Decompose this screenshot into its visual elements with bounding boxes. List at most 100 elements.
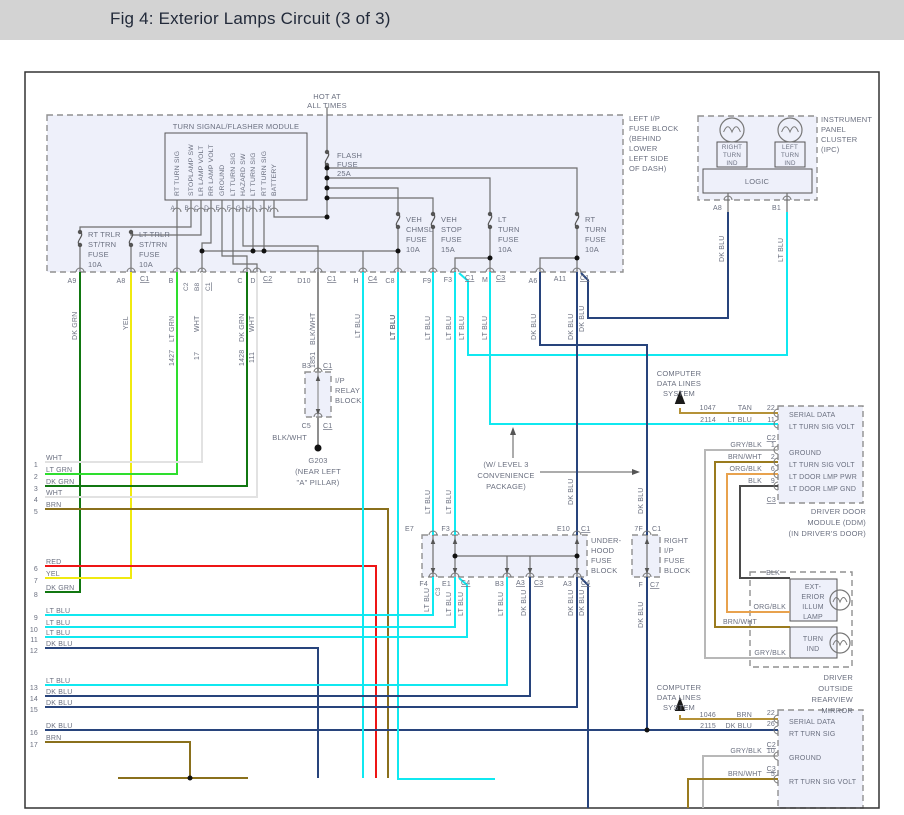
label: FUSE BLOCK — [629, 124, 679, 133]
label: HOOD — [591, 546, 615, 555]
label: BRN/WHT — [728, 454, 763, 461]
wire-e1b-ltblu — [45, 577, 468, 638]
label: LT TURN SIG — [250, 152, 257, 196]
label: LEFT I/P — [629, 114, 660, 123]
label: LT GRN — [46, 467, 72, 474]
label: 111 — [249, 352, 256, 363]
label: BLK/WHT — [272, 433, 307, 442]
label: 5 — [771, 771, 775, 778]
label: DK BLU — [579, 306, 586, 333]
figure-title: Fig 4: Exterior Lamps Circuit (3 of 3) — [110, 9, 391, 28]
label: GRY/BLK — [754, 650, 786, 657]
wire-e1-ltblu — [45, 577, 456, 628]
label: 17 — [194, 352, 201, 360]
label: 1427 — [169, 350, 176, 366]
label: TURN — [585, 225, 607, 234]
junction-dot — [199, 248, 205, 254]
label: A — [170, 205, 175, 212]
label: SYSTEM — [663, 703, 695, 712]
wire-row12-dkblu — [45, 647, 319, 778]
label: A8 — [713, 205, 722, 212]
label: A9 — [68, 278, 77, 285]
label: DK GRN — [239, 314, 246, 342]
wire-gryblk-pass — [702, 755, 778, 808]
label: STOPLAMP SW — [188, 144, 195, 196]
label: FUSE — [498, 235, 519, 244]
label: RT TURN SIG — [789, 731, 836, 738]
label: I/P — [335, 376, 345, 385]
label: DK BLU — [568, 479, 575, 506]
label: DK GRN — [46, 585, 74, 592]
label: 7 — [34, 578, 38, 585]
label: 1047 — [700, 405, 716, 412]
label: FUSE — [585, 235, 606, 244]
label: GROUND — [789, 755, 821, 762]
label: FUSE — [139, 250, 160, 259]
label: 10A — [88, 260, 102, 269]
label: CONVENIENCE — [477, 471, 534, 480]
label: LT BLU — [425, 490, 432, 514]
junction-dot — [250, 248, 256, 254]
label: DK BLU — [719, 236, 726, 263]
label: C1 — [140, 276, 149, 283]
label: 3 — [34, 486, 38, 493]
label: GROUND — [789, 450, 821, 457]
label: 1 — [34, 462, 38, 469]
label: LT TRLR — [139, 230, 170, 239]
label: BLOCK — [335, 396, 361, 405]
label: C — [194, 205, 199, 212]
label: 10A — [498, 245, 512, 254]
label: GROUND — [219, 165, 226, 196]
wire-c-dkgrn — [45, 272, 248, 487]
junction-dot — [261, 248, 267, 254]
label: "A" PILLAR) — [297, 478, 340, 487]
label: BLK — [766, 570, 780, 577]
label: BLK/WHT — [310, 312, 317, 345]
label: 10 — [767, 748, 775, 755]
wire-m-2114-ltblu — [489, 272, 778, 425]
label: C7 — [650, 582, 659, 589]
label: 10A — [406, 245, 420, 254]
label: E7 — [405, 526, 414, 533]
label: 14 — [30, 696, 38, 703]
label: D10 — [297, 278, 310, 285]
label: LT BLU — [728, 417, 752, 424]
label: WHT — [46, 455, 63, 462]
label: DK BLU — [531, 314, 538, 341]
label: DK BLU — [46, 641, 73, 648]
wire-row6-red — [45, 565, 377, 778]
label: HOT AT — [313, 92, 341, 101]
label: OF DASH) — [629, 164, 667, 173]
label: 2114 — [700, 417, 716, 424]
label: 5 — [34, 509, 38, 516]
label: RT TRLR — [88, 230, 121, 239]
label: C1 — [323, 363, 332, 370]
label: LT BLU — [390, 314, 397, 340]
label: MIRROR — [821, 706, 853, 715]
label: DK GRN — [72, 312, 79, 340]
label: K — [267, 205, 272, 212]
label: OUTSIDE — [818, 684, 853, 693]
label: LT GRN — [169, 316, 176, 342]
label: BLOCK — [591, 566, 617, 575]
figure-title-bar: Fig 4: Exterior Lamps Circuit (3 of 3) — [0, 0, 904, 40]
label: DATA LINES — [657, 379, 701, 388]
label: B8 — [194, 282, 201, 291]
label: C8 — [385, 278, 394, 285]
label: RED — [46, 559, 61, 566]
label: LT BLU — [355, 314, 362, 338]
label: B3 — [302, 363, 311, 370]
label: WHT — [249, 315, 256, 332]
label: LT BLU — [425, 316, 432, 340]
label: FLASH — [337, 151, 362, 160]
label: ORG/BLK — [753, 604, 786, 611]
label: LT BLU — [446, 592, 453, 616]
arrow — [632, 469, 640, 475]
label: F — [227, 205, 231, 212]
junction-dot — [452, 553, 458, 559]
label: H — [353, 278, 358, 285]
label: C3 — [496, 275, 505, 282]
label: 7F — [634, 526, 643, 533]
label: ALL TIMES — [307, 101, 347, 110]
label: RT TURN SIG — [261, 151, 268, 196]
